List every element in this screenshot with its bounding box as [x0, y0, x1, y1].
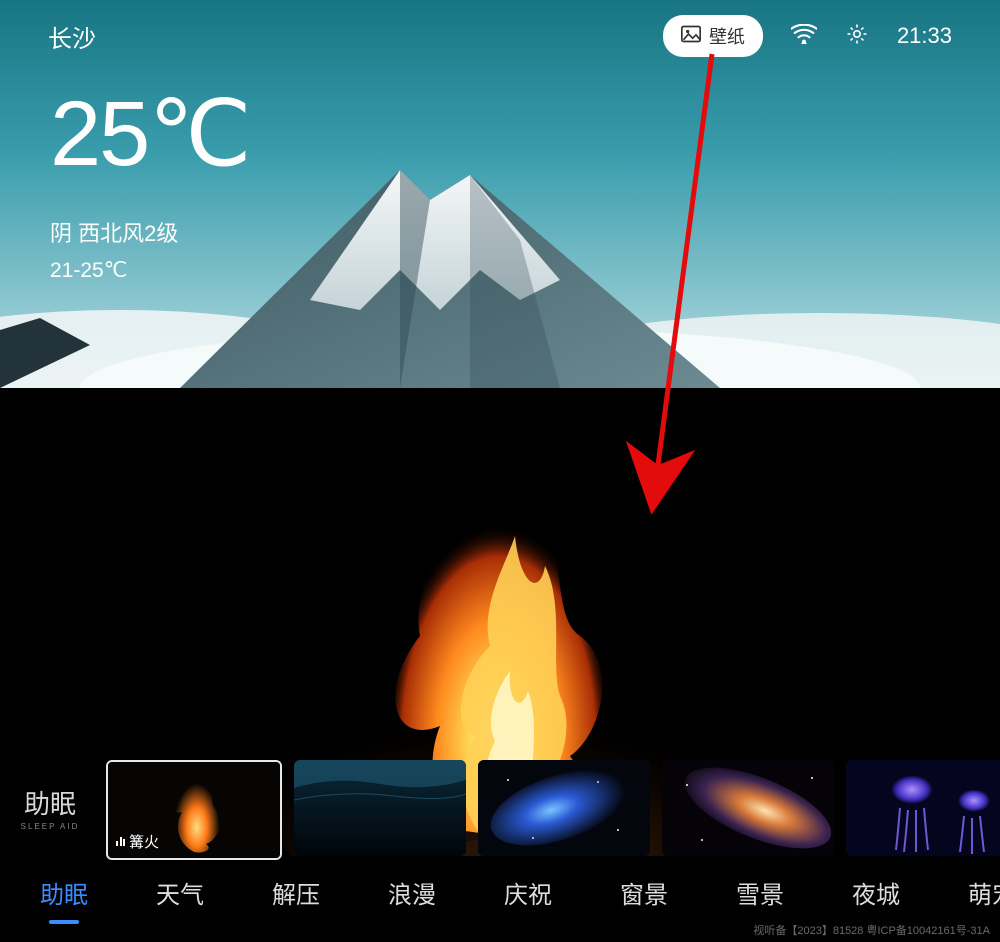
section-label: 助眠 SLEEP AID	[0, 788, 100, 833]
wallpaper-thumb[interactable]	[478, 760, 650, 856]
category-tabs: 助眠 天气 解压 浪漫 庆祝 窗景 雪景 夜城 萌宠	[0, 864, 1000, 920]
playing-icon	[116, 837, 125, 846]
weather-conditions: 阴 西北风2级	[50, 216, 250, 248]
wallpaper-thumb[interactable]	[662, 760, 834, 856]
clock: 21:33	[897, 23, 952, 49]
footer-license: 视听备【2023】81528 粤ICP备10042161号-31A	[753, 922, 990, 938]
weather-panel: 长沙 壁纸 21:33 25℃ 阴 西北风2级 21-25℃	[0, 0, 1000, 388]
category-tab[interactable]: 浪漫	[388, 869, 436, 916]
weather-info: 25℃ 阴 西北风2级 21-25℃	[50, 88, 250, 283]
temperature-range: 21-25℃	[50, 258, 250, 283]
category-tab[interactable]: 庆祝	[504, 869, 552, 916]
wifi-icon[interactable]	[791, 24, 817, 49]
settings-icon[interactable]	[845, 22, 869, 51]
temperature: 25℃	[50, 88, 250, 180]
location-label[interactable]: 长沙	[48, 19, 96, 54]
category-tab[interactable]: 天气	[156, 869, 204, 916]
wallpaper-thumb[interactable]	[294, 760, 466, 856]
wallpaper-thumb[interactable]: 篝火	[106, 760, 282, 860]
wallpaper-button[interactable]: 壁纸	[663, 15, 763, 57]
thumbnail-strip: 助眠 SLEEP AID 篝火	[0, 758, 1000, 862]
header-bar: 长沙 壁纸 21:33	[0, 0, 1000, 72]
image-icon	[681, 25, 701, 48]
category-tab[interactable]: 助眠	[40, 869, 88, 916]
category-tab[interactable]: 解压	[272, 869, 320, 916]
category-tab[interactable]: 夜城	[852, 869, 900, 916]
category-tab[interactable]: 窗景	[620, 869, 668, 916]
category-tab[interactable]: 雪景	[736, 869, 784, 916]
wallpaper-thumb[interactable]	[846, 760, 1000, 856]
thumb-label: 篝火	[116, 831, 159, 852]
category-tab[interactable]: 萌宠	[968, 869, 1000, 916]
wallpaper-button-label: 壁纸	[709, 23, 745, 49]
